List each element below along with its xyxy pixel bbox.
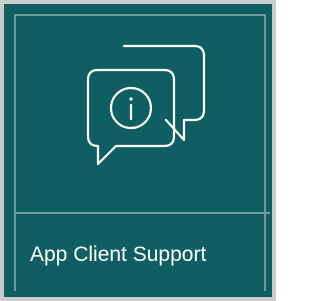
app-client-support-tile[interactable]: App Client Support: [0, 0, 276, 301]
tile-label: App Client Support: [30, 243, 207, 266]
chat-bubbles-info-icon: [80, 42, 208, 168]
tile-divider: [14, 212, 270, 214]
